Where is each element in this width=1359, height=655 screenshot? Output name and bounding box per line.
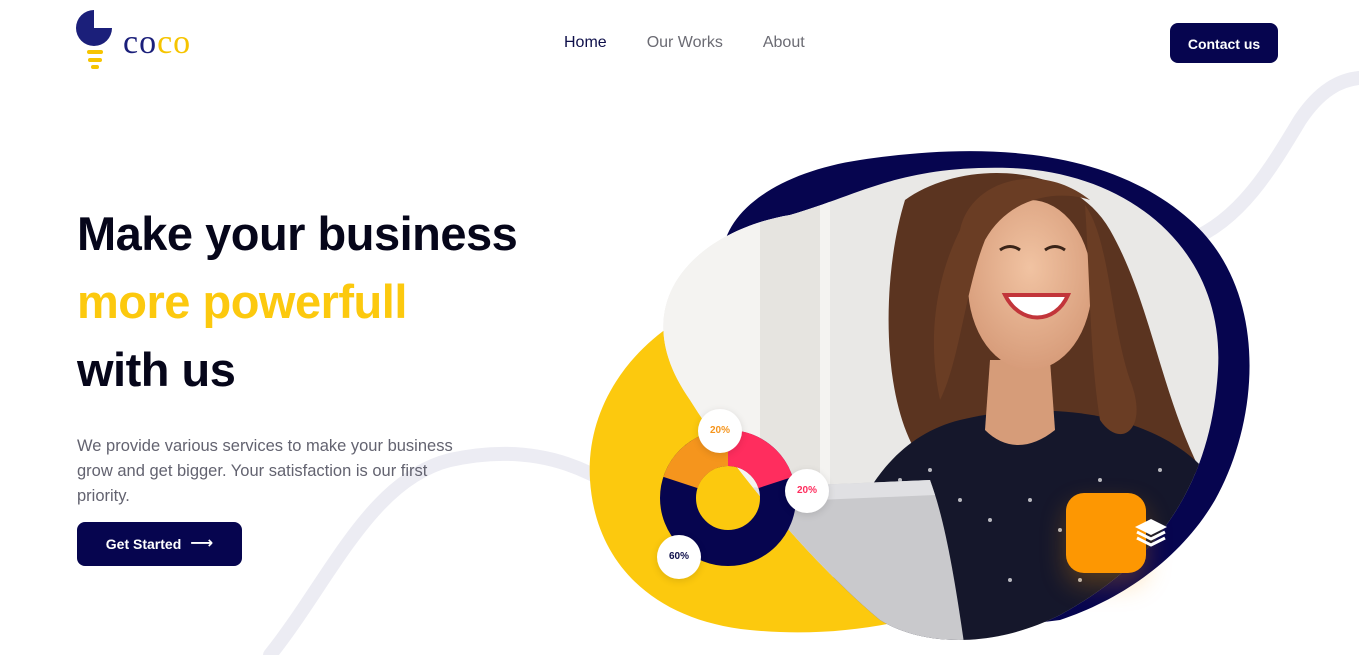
hero-headline: Make your business more powerfull with u… bbox=[77, 200, 518, 404]
brand-name: coco bbox=[123, 23, 191, 63]
contact-us-button[interactable]: Contact us bbox=[1170, 23, 1278, 63]
bulb-logo-icon bbox=[76, 10, 112, 69]
nav-item-about[interactable]: About bbox=[763, 32, 805, 54]
get-started-label: Get Started bbox=[105, 536, 182, 552]
headline-line-1: Make your business bbox=[77, 207, 518, 260]
arrow-right-icon: ⟶ bbox=[190, 535, 214, 552]
get-started-button[interactable]: Get Started ⟶ bbox=[77, 522, 242, 566]
brand-logo[interactable]: coco bbox=[76, 9, 236, 71]
stat-badge-orange: 20% bbox=[698, 409, 742, 453]
stat-badge-pink: 20% bbox=[785, 469, 829, 513]
nav-item-our-works[interactable]: Our Works bbox=[647, 32, 723, 54]
main-nav: Home Our Works About bbox=[564, 32, 845, 54]
brand-name-part2: co bbox=[157, 24, 192, 61]
headline-line-2: more powerfull bbox=[77, 275, 407, 328]
stat-badge-navy: 60% bbox=[657, 535, 701, 579]
layers-icon bbox=[1135, 519, 1167, 547]
brand-name-part1: co bbox=[123, 24, 158, 61]
hero-description: We provide various services to make your… bbox=[77, 436, 453, 505]
nav-item-home[interactable]: Home bbox=[564, 32, 607, 54]
headline-line-3: with us bbox=[77, 343, 236, 396]
